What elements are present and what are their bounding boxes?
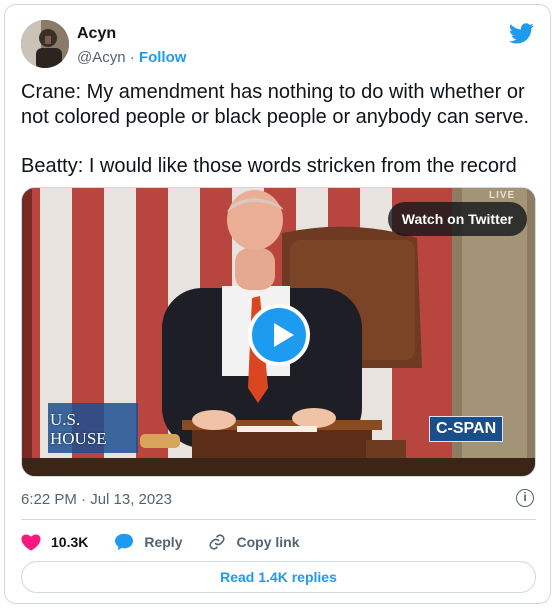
play-button-icon[interactable]	[248, 304, 310, 366]
action-bar: 10.3K Reply Copy link	[21, 529, 300, 555]
author-handle-line: @Acyn · Follow	[77, 49, 186, 66]
video-media[interactable]: LIVE U.S. HOUSE C-SPAN Watch on Twitter	[21, 187, 536, 477]
reply-button[interactable]: Reply	[114, 533, 182, 551]
avatar[interactable]	[21, 20, 69, 68]
reply-bubble-icon	[115, 533, 134, 551]
author-handle[interactable]: @Acyn	[77, 49, 126, 66]
cspan-logo: C-SPAN	[429, 416, 504, 442]
us-house-logo-line1: U.S.	[50, 410, 81, 429]
tweet-text: Crane: My amendment has nothing to do wi…	[21, 80, 536, 179]
divider	[21, 519, 536, 520]
live-tag: LIVE	[489, 190, 516, 201]
like-count: 10.3K	[51, 534, 89, 550]
watch-on-twitter-button[interactable]: Watch on Twitter	[387, 202, 527, 236]
tweet-timestamp[interactable]: 6:22 PM · Jul 13, 2023	[21, 491, 172, 508]
author-name[interactable]: Acyn	[77, 25, 116, 43]
copy-link-label: Copy link	[236, 534, 300, 550]
info-icon[interactable]: i	[516, 489, 534, 507]
us-house-logo: U.S. HOUSE	[50, 410, 107, 448]
handle-separator: ·	[125, 49, 139, 66]
heart-icon	[21, 534, 41, 551]
link-icon	[209, 534, 226, 550]
tweet-line-2: Beatty: I would like those words stricke…	[21, 155, 517, 177]
tweet-card: Acyn @Acyn · Follow Crane: My amendment …	[4, 4, 551, 604]
copy-link-button[interactable]: Copy link	[208, 533, 300, 551]
reply-label: Reply	[144, 534, 183, 550]
like-button[interactable]: 10.3K	[21, 533, 88, 551]
twitter-bird-icon[interactable]	[509, 23, 534, 44]
follow-button[interactable]: Follow	[139, 49, 187, 66]
us-house-logo-line2: HOUSE	[50, 429, 107, 448]
read-replies-button[interactable]: Read 1.4K replies	[21, 561, 536, 593]
tweet-line-1: Crane: My amendment has nothing to do wi…	[21, 81, 530, 128]
